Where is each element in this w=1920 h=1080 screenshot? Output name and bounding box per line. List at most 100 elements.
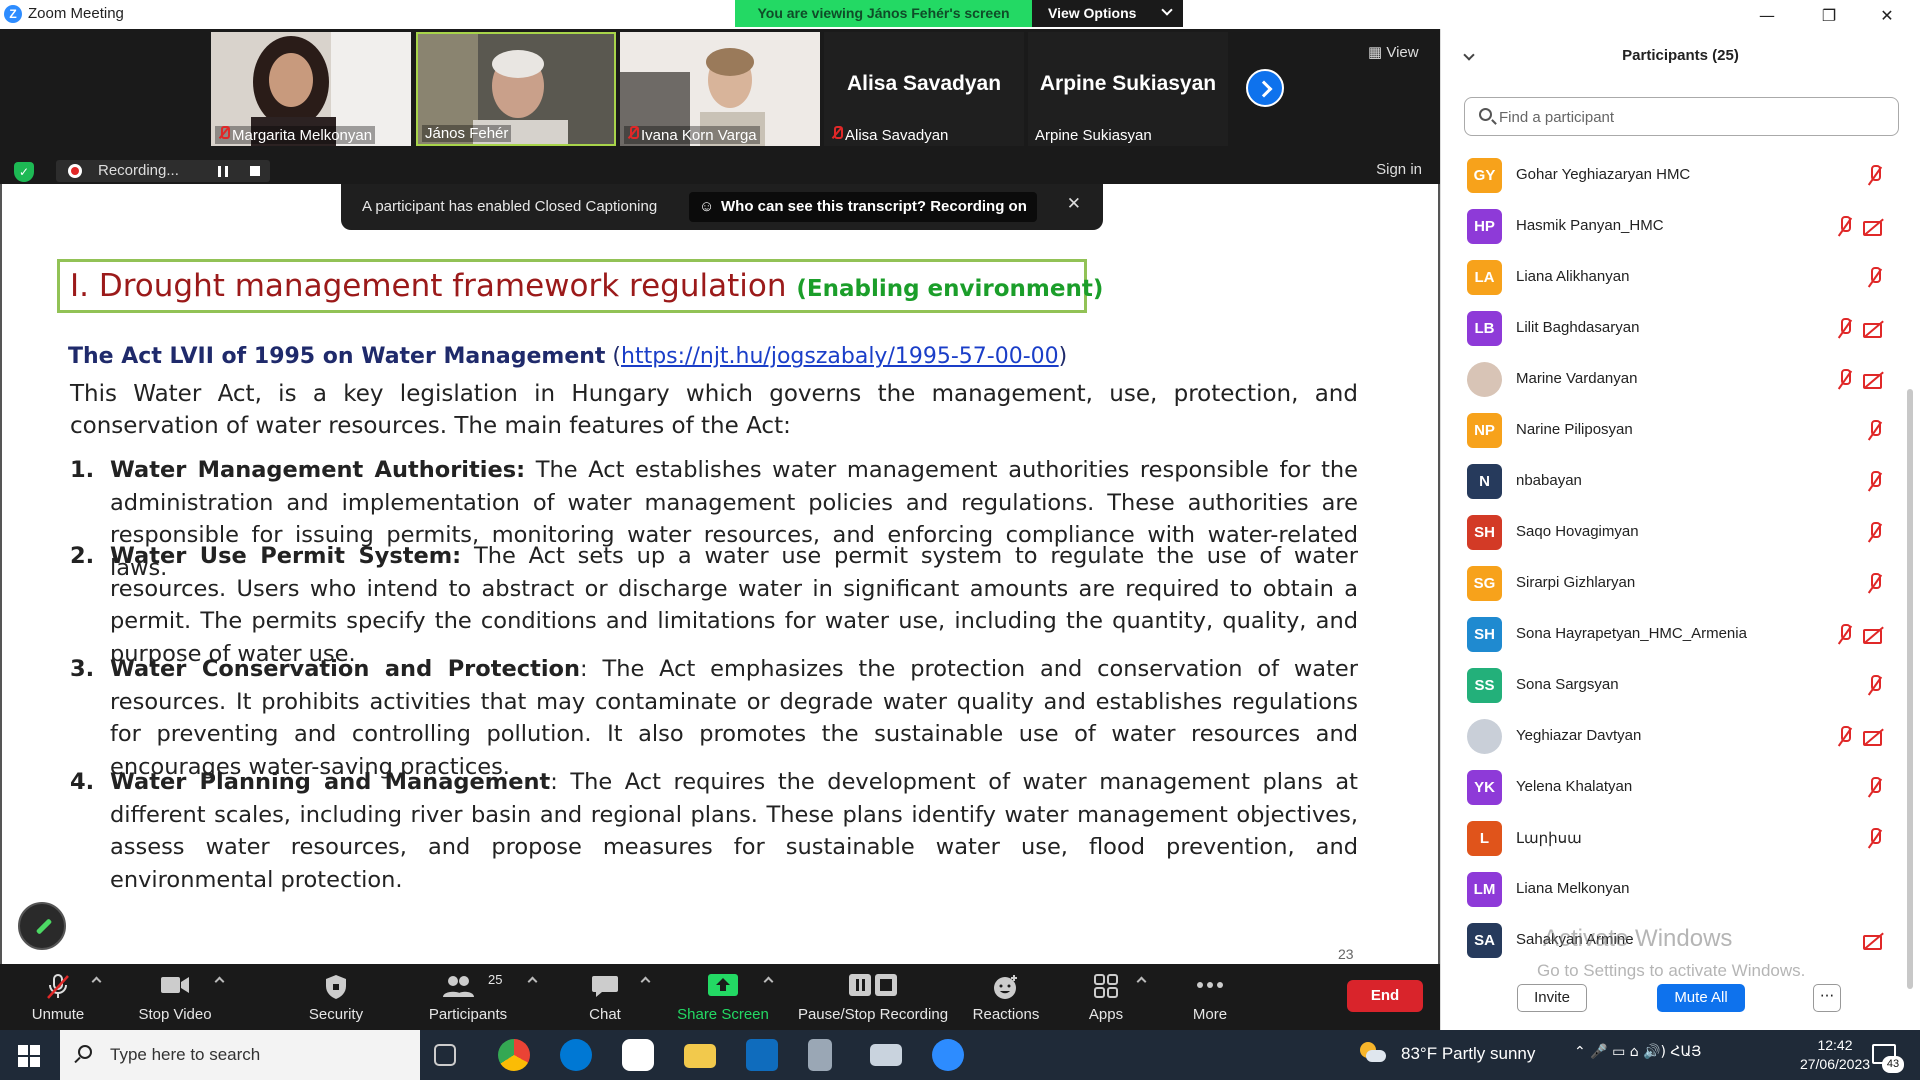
apps-caret-icon[interactable] [1136, 976, 1147, 987]
participants-caret-icon[interactable] [527, 976, 538, 987]
slide-intro: This Water Act, is a key legislation in … [70, 381, 1358, 439]
slack-icon[interactable] [622, 1039, 654, 1071]
video-off-icon [1863, 216, 1885, 238]
video-tile[interactable]: Alisa Savadyan Alisa Savadyan [824, 32, 1024, 146]
participants-button[interactable]: 25 Participants [420, 964, 516, 1030]
participant-row[interactable]: HP Hasmik Panyan_HMC [1441, 202, 1901, 253]
view-options-button[interactable]: View Options [1032, 0, 1183, 27]
chat-caret-icon[interactable] [640, 976, 651, 987]
participant-row[interactable]: YK Yelena Khalatyan [1441, 763, 1901, 814]
avatar: LA [1467, 260, 1502, 295]
video-off-icon [1863, 930, 1885, 952]
stop-recording-icon[interactable] [250, 166, 260, 176]
transcript-info-button[interactable]: Who can see this transcript? Recording o… [689, 192, 1037, 222]
participant-row[interactable]: NP Narine Piliposyan [1441, 406, 1901, 457]
panel-more-button[interactable]: ··· [1813, 984, 1841, 1012]
system-tray[interactable]: ⌃ 🎤 ▭ ⌂ 🔊) ՀԱՅ [1574, 1044, 1701, 1060]
participant-name: Լարիսա [1516, 830, 1582, 847]
security-button[interactable]: Security [296, 964, 376, 1030]
invite-button[interactable]: Invite [1517, 984, 1587, 1012]
task-view-icon[interactable] [434, 1044, 456, 1066]
tile-name: Alisa Savadyan [828, 126, 951, 144]
participant-row[interactable]: SS Sona Sargsyan [1441, 661, 1901, 712]
participant-row[interactable]: L Լարիսա [1441, 814, 1901, 865]
sign-in-link[interactable]: Sign in [1376, 161, 1422, 178]
share-screen-button[interactable]: Share Screen [676, 964, 770, 1030]
tile-big-name: Arpine Sukiasyan [1039, 72, 1217, 95]
restore-button[interactable]: ❐ [1814, 6, 1844, 25]
participant-row[interactable]: Yeghiazar Davtyan [1441, 712, 1901, 763]
video-tile[interactable]: Margarita Melkonyan [211, 32, 411, 146]
chat-label: Chat [589, 1006, 621, 1023]
video-tile[interactable]: Ivana Korn Varga [620, 32, 820, 146]
more-button[interactable]: More [1184, 964, 1236, 1030]
slide-point: 4. Water Planning and Management: The Ac… [70, 766, 1358, 896]
avatar: LM [1467, 872, 1502, 907]
stop-video-button[interactable]: Stop Video [130, 964, 220, 1030]
unmute-button[interactable]: Unmute [20, 964, 96, 1030]
participant-row[interactable]: SH Sona Hayrapetyan_HMC_Armenia [1441, 610, 1901, 661]
apps-button[interactable]: Apps [1080, 964, 1132, 1030]
end-meeting-button[interactable]: End [1347, 980, 1423, 1012]
pause-stop-recording-button[interactable]: Pause/Stop Recording [793, 964, 953, 1030]
muted-mic-icon [831, 126, 843, 140]
clock-time: 12:42 [1817, 1037, 1853, 1053]
recording-dot-icon [68, 164, 82, 178]
zoom-taskbar-icon[interactable] [932, 1039, 964, 1071]
participant-search-input[interactable] [1499, 106, 1879, 128]
outlook-icon[interactable] [746, 1039, 778, 1071]
participant-row[interactable]: GY Gohar Yeghiazaryan HMC [1441, 151, 1901, 202]
avatar: L [1467, 821, 1502, 856]
participant-row[interactable]: LB Lilit Baghdasaryan [1441, 304, 1901, 355]
muted-mic-icon [1865, 420, 1885, 442]
slide-point: 3. Water Conservation and Protection: Th… [70, 653, 1358, 783]
chat-button[interactable]: Chat [570, 964, 640, 1030]
file-explorer-icon[interactable] [684, 1044, 716, 1068]
reactions-button[interactable]: Reactions [966, 964, 1046, 1030]
act-link[interactable]: https://njt.hu/jogszabaly/1995-57-00-00 [621, 344, 1059, 369]
close-icon[interactable]: ✕ [1067, 194, 1081, 214]
weather-text[interactable]: 83°F Partly sunny [1401, 1044, 1535, 1064]
avatar: LB [1467, 311, 1502, 346]
muted-mic-icon [1865, 573, 1885, 595]
participant-name: Gohar Yeghiazaryan HMC [1516, 166, 1691, 183]
apps-grid-icon [1094, 974, 1118, 998]
taskbar-search[interactable]: Type here to search [60, 1030, 420, 1080]
share-banner-text: You are viewing János Fehér's screen [735, 0, 1032, 27]
clock-date: 27/06/2023 [1799, 1056, 1871, 1072]
participant-row[interactable]: SG Sirarpi Gizhlaryan [1441, 559, 1901, 610]
participant-row[interactable]: SH Saqo Hovagimyan [1441, 508, 1901, 559]
view-button[interactable]: ▦ View [1368, 43, 1419, 61]
windows-start-icon[interactable] [18, 1045, 40, 1067]
participant-row[interactable]: Nnbabayan [1441, 457, 1901, 508]
minimize-button[interactable]: — [1752, 6, 1782, 25]
printer-icon[interactable] [870, 1044, 902, 1066]
avatar: N [1467, 464, 1502, 499]
muted-mic-icon [1865, 522, 1885, 544]
clock[interactable]: 12:42 27/06/2023 [1785, 1036, 1885, 1074]
annotate-pen-icon[interactable] [18, 902, 66, 950]
stop-video-label: Stop Video [138, 1006, 212, 1023]
mute-all-button[interactable]: Mute All [1657, 984, 1745, 1012]
slide-subtitle: (Enabling environment) [796, 276, 1104, 302]
caption-notification: A participant has enabled Closed Caption… [341, 184, 1103, 230]
participant-name: Sona Hayrapetyan_HMC_Armenia [1516, 625, 1747, 642]
participant-search[interactable] [1464, 97, 1899, 136]
video-tile[interactable]: Arpine Sukiasyan Arpine Sukiasyan [1028, 32, 1228, 146]
participant-row[interactable]: LA Liana Alikhanyan [1441, 253, 1901, 304]
participant-row[interactable]: Marine Vardanyan [1441, 355, 1901, 406]
next-page-icon[interactable] [1246, 69, 1284, 107]
participant-list-scrollbar[interactable] [1907, 389, 1913, 989]
close-window-button[interactable]: ✕ [1872, 6, 1902, 25]
chrome-icon[interactable] [498, 1039, 530, 1071]
muted-mic-icon [47, 974, 69, 999]
participant-name: Marine Vardanyan [1516, 370, 1638, 387]
chat-bubble-icon [592, 976, 618, 997]
video-tile-active[interactable]: János Fehér [416, 32, 616, 146]
participants-count: 25 [488, 972, 503, 987]
participant-row[interactable]: LM Liana Melkonyan [1441, 865, 1901, 916]
pause-recording-icon[interactable] [218, 166, 228, 177]
skype-icon[interactable] [560, 1039, 592, 1071]
calculator-icon[interactable] [808, 1039, 832, 1071]
participant-name: Narine Piliposyan [1516, 421, 1633, 438]
